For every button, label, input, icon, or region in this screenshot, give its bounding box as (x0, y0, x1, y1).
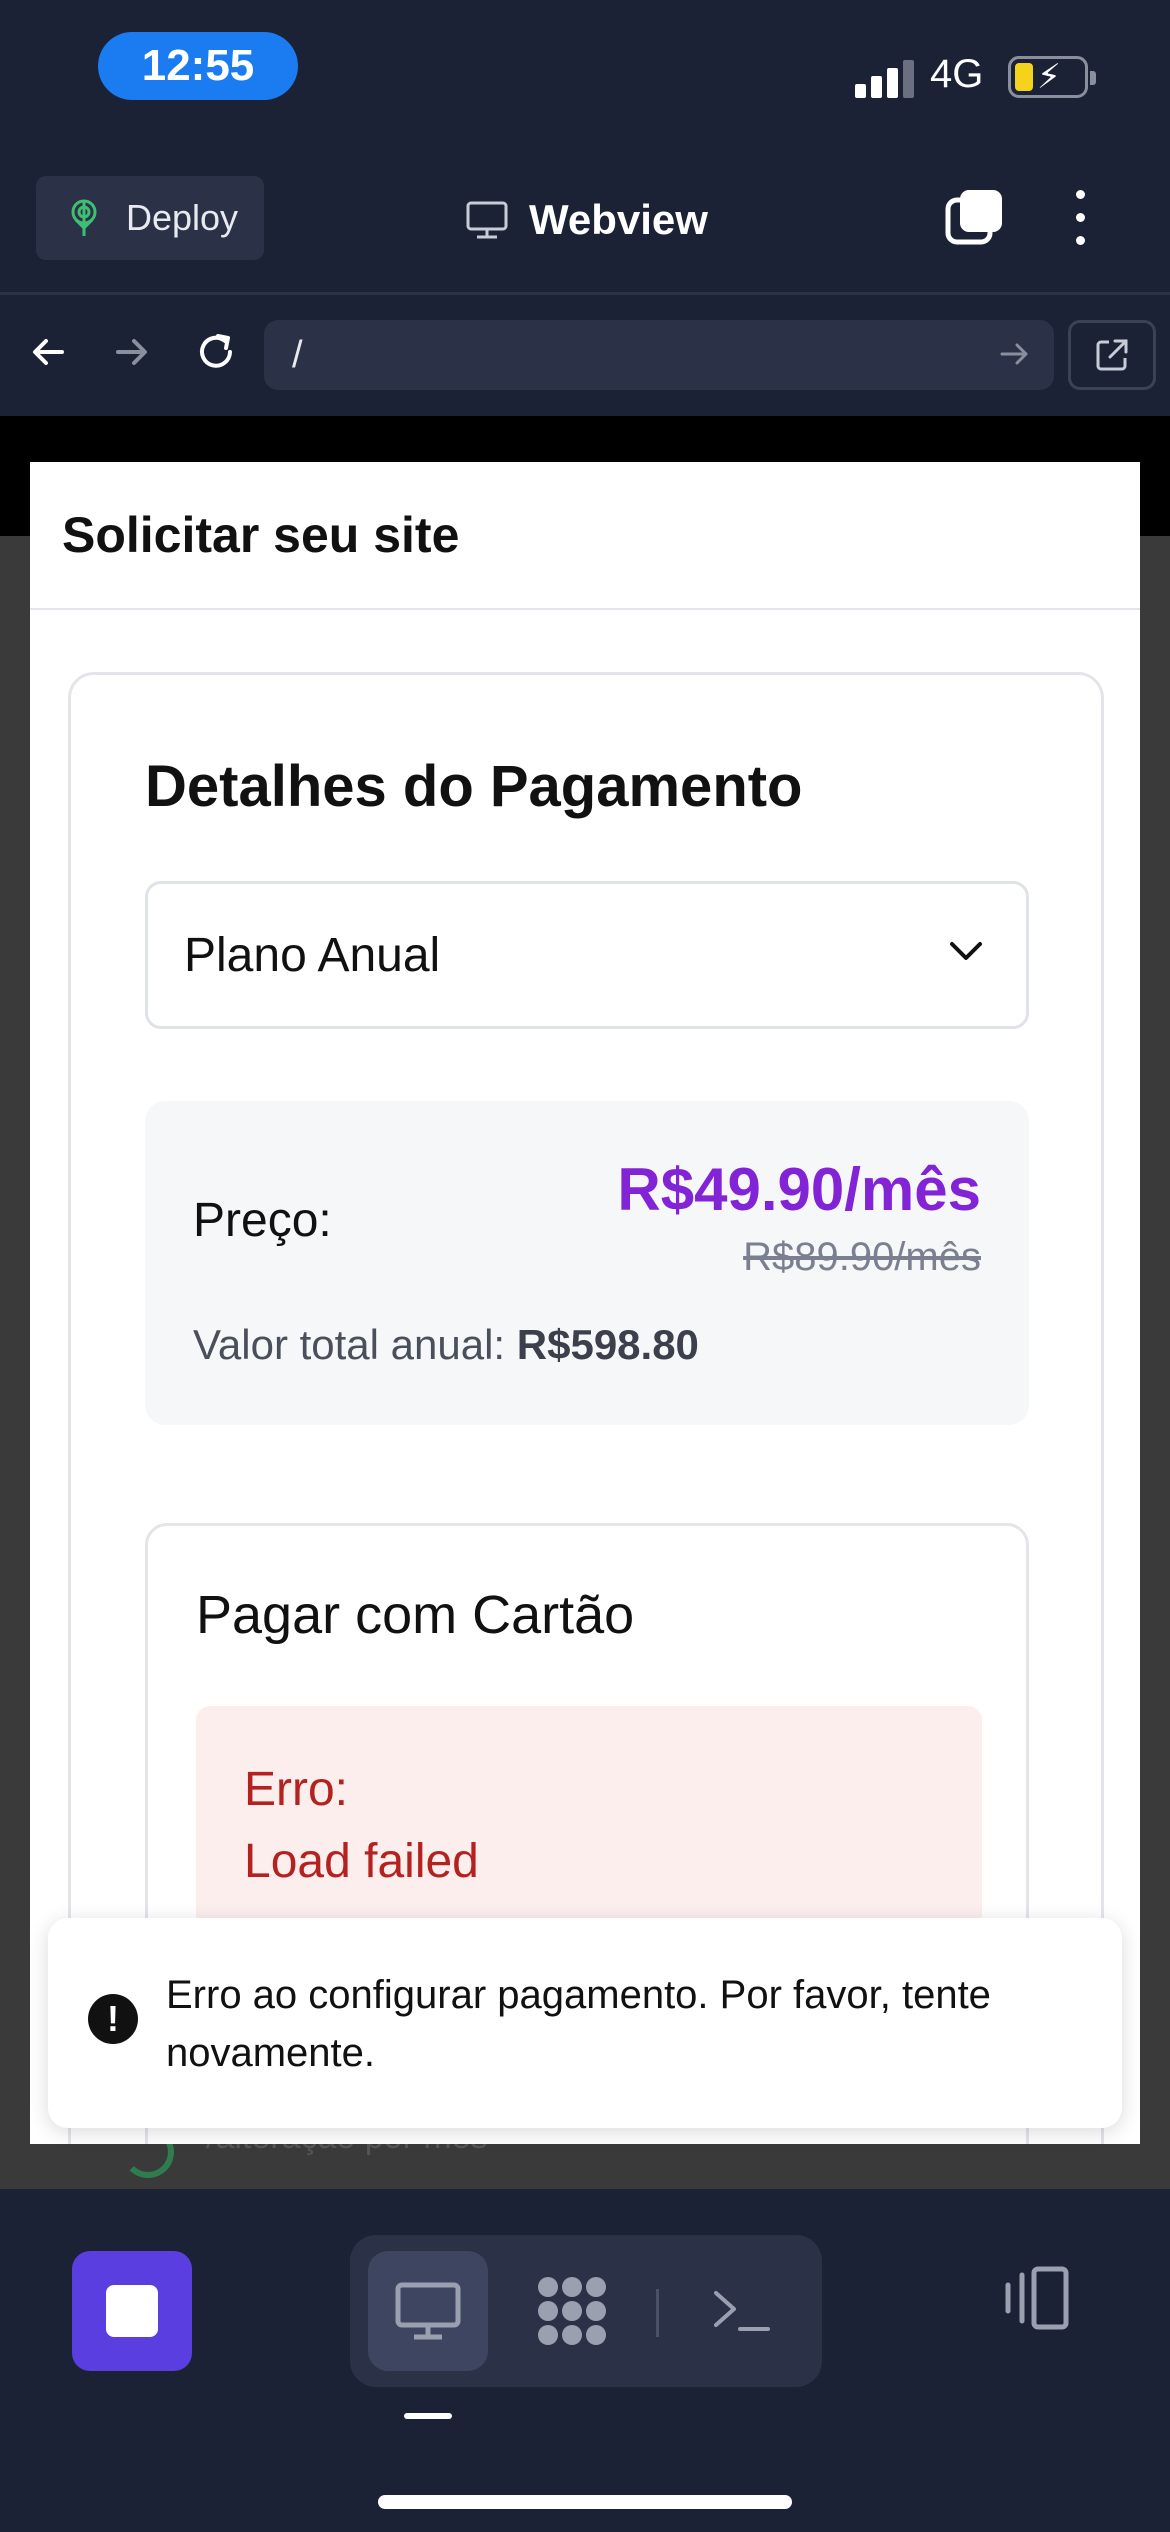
monitor-icon (395, 2282, 461, 2340)
url-text: / (292, 333, 303, 376)
deploy-icon (71, 199, 97, 236)
extensions-view-button[interactable] (512, 2251, 632, 2371)
network-label: 4G (930, 52, 984, 96)
battery-icon: ⚡ (1008, 56, 1096, 98)
more-menu-button[interactable] (1060, 186, 1100, 250)
modal-header: Solicitar seu site (30, 462, 1140, 610)
plan-select-value: Plano Anual (184, 928, 441, 982)
webview-view-button[interactable] (368, 2251, 488, 2371)
deploy-label: Deploy (126, 197, 239, 238)
monitor-icon (466, 201, 508, 239)
workspace-header: Deploy Webview (0, 150, 1170, 295)
tabs-icon (945, 190, 1002, 245)
modal-title: Solicitar seu site (62, 507, 460, 563)
segment-divider (656, 2289, 659, 2337)
forward-button[interactable] (102, 322, 162, 382)
back-icon (33, 339, 64, 365)
forward-icon (116, 339, 147, 365)
annual-total: Valor total anual: R$598.80 (193, 1321, 699, 1369)
clock: 12:55 (98, 32, 298, 100)
signal-icon (855, 58, 915, 98)
card-payment-title: Pagar com Cartão (196, 1585, 635, 1645)
external-link-icon (1096, 339, 1128, 371)
split-view-button[interactable] (1000, 2263, 1072, 2335)
view-switcher (350, 2235, 822, 2387)
price-current: R$49.90/mês (617, 1156, 981, 1223)
reload-icon (200, 334, 232, 368)
request-site-modal: Solicitar seu site Detalhes do Pagamento… (30, 462, 1140, 2144)
url-row: / (0, 298, 1170, 416)
split-view-icon (1005, 2266, 1069, 2330)
price-original: R$89.90/mês (743, 1235, 981, 1279)
error-heading: Erro: (244, 1763, 349, 1816)
terminal-icon (714, 2291, 770, 2331)
deploy-button[interactable]: Deploy (36, 176, 264, 260)
open-external-button[interactable] (1068, 320, 1156, 390)
reload-button[interactable] (186, 322, 246, 382)
extensions-icon (538, 2277, 606, 2345)
toast-message: Erro ao configurar pagamento. Por favor,… (166, 1973, 991, 2075)
error-message: Load failed (244, 1835, 479, 1888)
alert-icon: ! (88, 1994, 138, 2044)
webview-title-label: Webview (529, 196, 708, 243)
error-toast[interactable]: ! Erro ao configurar pagamento. Por favo… (48, 1918, 1122, 2128)
back-button[interactable] (18, 322, 78, 382)
active-view-indicator (404, 2413, 452, 2419)
bottom-toolbar (0, 2189, 1170, 2532)
plan-select[interactable]: Plano Anual (145, 881, 1029, 1029)
webview-tab-title: Webview (465, 190, 708, 250)
stop-button[interactable] (72, 2251, 192, 2371)
stop-icon (106, 2285, 158, 2337)
chevron-down-icon (950, 942, 982, 960)
url-input[interactable]: / (264, 320, 1054, 390)
status-bar: 12:55 4G ⚡ (0, 0, 1170, 150)
annual-total-value: R$598.80 (516, 1321, 699, 1368)
go-arrow-icon[interactable] (994, 334, 1034, 374)
price-label: Preço: (193, 1194, 332, 1247)
home-indicator (378, 2495, 792, 2509)
shell-view-button[interactable] (682, 2251, 802, 2371)
annual-total-label: Valor total anual: (193, 1321, 517, 1368)
price-summary: Preço: R$49.90/mês R$89.90/mês Valor tot… (145, 1101, 1029, 1425)
tabs-button[interactable] (944, 188, 1004, 248)
card-title: Detalhes do Pagamento (145, 754, 803, 819)
